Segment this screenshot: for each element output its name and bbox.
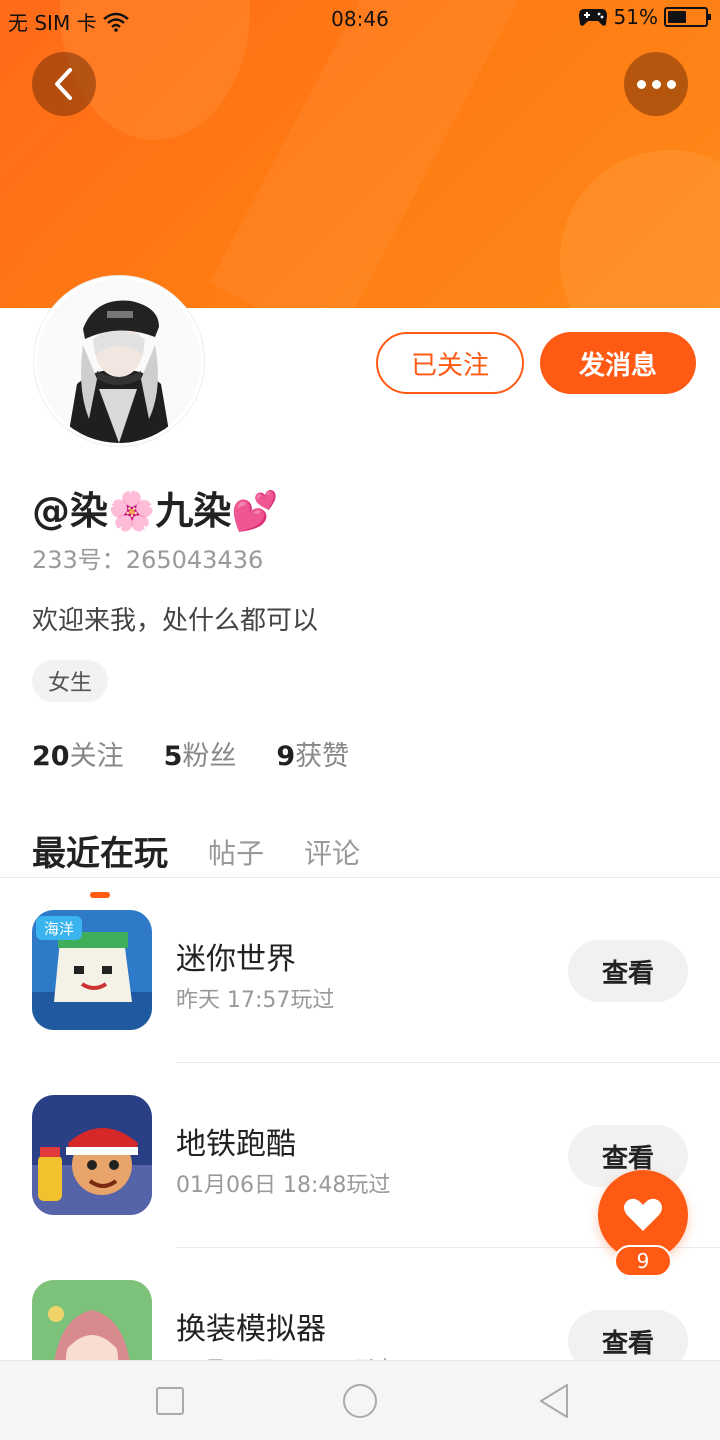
stat-fans[interactable]: 5粉丝: [164, 734, 237, 773]
username: @染🌸九染💕: [32, 489, 279, 533]
game-played-time: 01月06日 17:34玩过: [176, 1352, 390, 1360]
game-name: 迷你世界: [176, 942, 296, 977]
avatar[interactable]: [34, 276, 204, 446]
battery-icon: [664, 7, 711, 27]
profile-stats: 20关注 5粉丝 9获赞: [32, 734, 349, 773]
square-icon: [156, 1387, 184, 1415]
profile-header-background: [0, 0, 720, 308]
send-message-button[interactable]: 发消息: [540, 332, 696, 394]
status-bar: 无 SIM 卡 08:46 51%: [0, 0, 720, 38]
chevron-left-icon: [55, 68, 72, 100]
user-id: 233号：265043436: [32, 546, 264, 574]
game-played-time: 01月06日 18:48玩过: [176, 1173, 391, 1198]
game-name: 换装模拟器: [176, 1312, 326, 1347]
tab-comments[interactable]: 评论: [304, 832, 360, 876]
game-icon-dress-up-simulator: [32, 1280, 152, 1360]
back-nav-button[interactable]: [534, 1381, 574, 1421]
view-button[interactable]: 查看: [568, 940, 688, 1002]
game-name: 地铁跑酷: [176, 1127, 296, 1162]
game-played-time: 昨天 17:57玩过: [176, 988, 335, 1013]
circle-icon: [343, 1384, 377, 1418]
list-item[interactable]: 海洋 迷你世界 昨天 17:57玩过 查看: [0, 878, 720, 1063]
view-button[interactable]: 查看: [568, 1310, 688, 1360]
stat-likes[interactable]: 9获赞: [276, 734, 349, 773]
gender-tag: 女生: [32, 660, 109, 702]
followed-button[interactable]: 已关注: [376, 332, 524, 394]
profile-tabs: 最近在玩 帖子 评论: [32, 812, 360, 898]
svg-text:海洋: 海洋: [44, 920, 74, 938]
heart-icon: [624, 1198, 662, 1231]
battery-percent: 51%: [613, 5, 658, 29]
bio: 欢迎来我，处什么都可以: [32, 606, 319, 636]
list-item[interactable]: 换装模拟器 01月06日 17:34玩过 查看: [0, 1248, 720, 1360]
game-controller-icon: [578, 9, 607, 26]
more-options-button[interactable]: [624, 52, 688, 116]
recent-apps-button[interactable]: [150, 1381, 190, 1421]
back-button[interactable]: [32, 52, 96, 116]
tab-posts[interactable]: 帖子: [208, 832, 264, 876]
triangle-back-icon: [540, 1384, 568, 1418]
tab-recent-games[interactable]: 最近在玩: [32, 832, 168, 898]
more-dots-icon: [636, 79, 676, 89]
stat-following[interactable]: 20关注: [32, 734, 124, 773]
system-nav-bar: [0, 1360, 720, 1440]
recent-games-list: 海洋 迷你世界 昨天 17:57玩过 查看 地铁跑酷 01月06日 18:48玩…: [0, 878, 720, 1360]
game-icon-mini-world: 海洋: [32, 910, 152, 1030]
home-button[interactable]: [340, 1381, 380, 1421]
likes-count-badge: 9: [614, 1245, 672, 1277]
game-icon-subway-surfers: [32, 1095, 152, 1215]
